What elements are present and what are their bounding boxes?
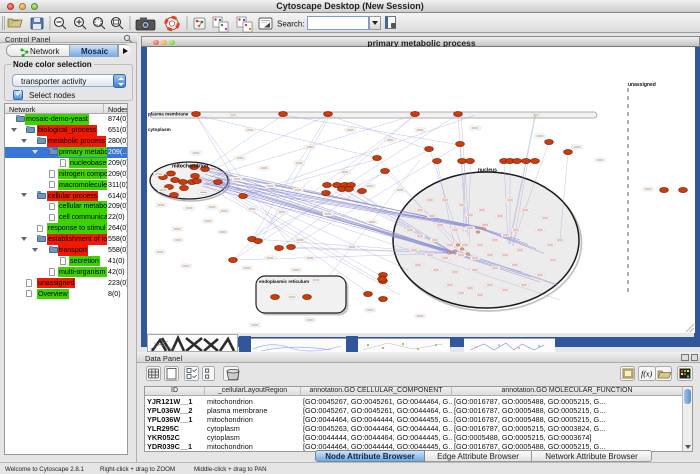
svg-text:endoplasmic reticulum: endoplasmic reticulum [259,279,309,284]
svg-text:cytoplasm: cytoplasm [148,127,171,132]
svg-text:mitochondrion: mitochondrion [172,164,208,170]
svg-text:f(x): f(x) [641,370,652,379]
svg-text:nucleus: nucleus [478,168,497,174]
svg-text:Search:: Search: [277,20,305,29]
svg-text:unassigned: unassigned [628,82,656,88]
svg-text:plasma membrane: plasma membrane [148,112,189,117]
